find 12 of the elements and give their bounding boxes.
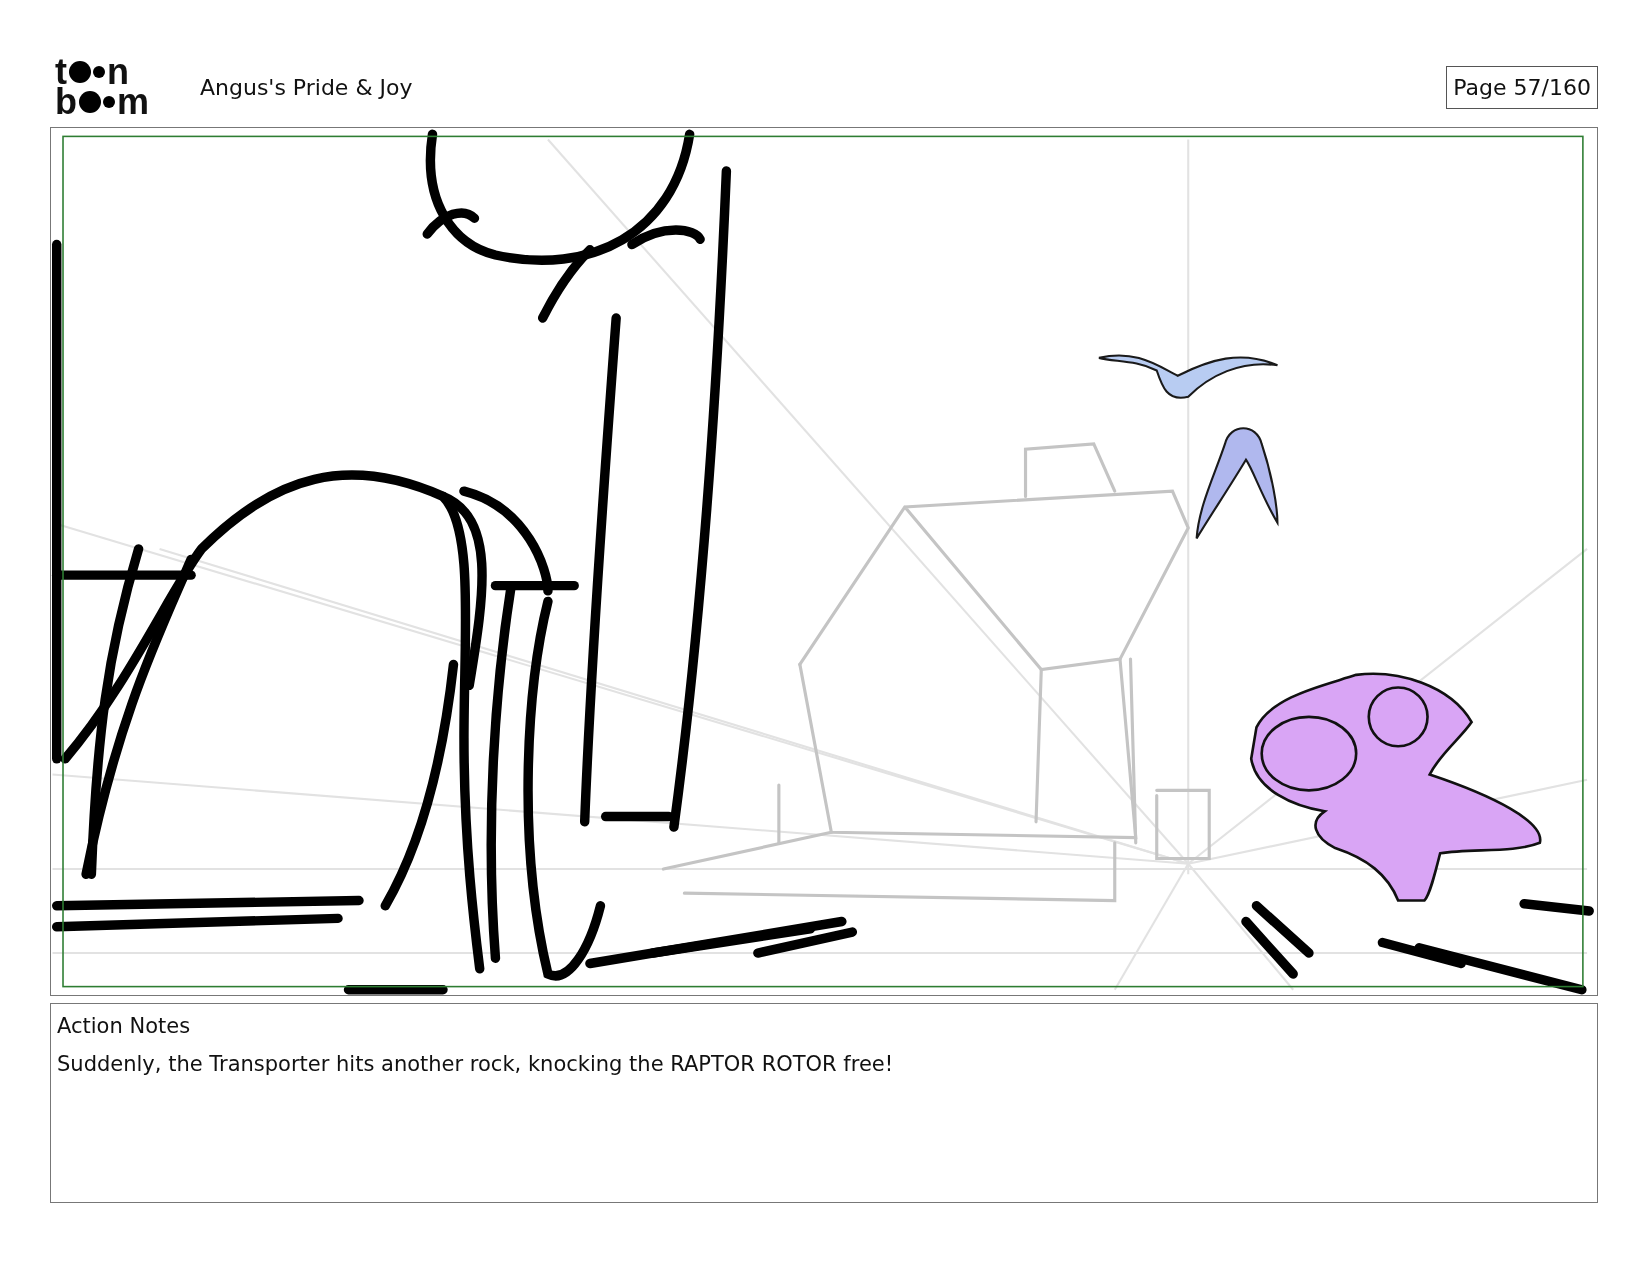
logo-dot-icon — [69, 61, 91, 83]
project-title: Angus's Pride & Joy — [200, 74, 413, 100]
logo-letter: n — [107, 57, 129, 87]
logo-letter: t — [55, 57, 67, 87]
logo-dot-icon — [79, 91, 101, 113]
notes-heading: Action Notes — [57, 1014, 191, 1038]
logo-dot-icon — [103, 96, 115, 108]
page-number: Page 57/160 — [1446, 65, 1598, 109]
notes-text: Suddenly, the Transporter hits another rock, knocking the RAPTOR ROTOR free! — [57, 1052, 894, 1076]
logo-dot-icon — [93, 66, 105, 78]
logo-letter: b — [55, 87, 77, 117]
logo-letter: m — [117, 87, 149, 117]
